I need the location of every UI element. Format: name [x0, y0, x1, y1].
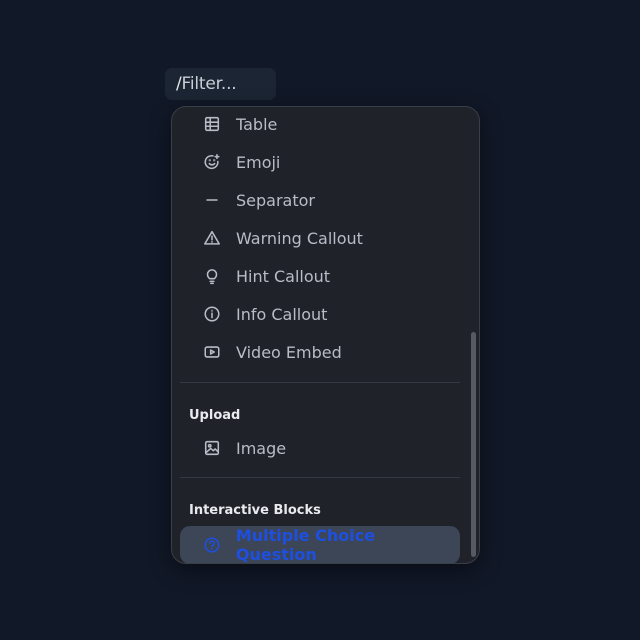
video-icon	[202, 342, 222, 362]
separator-icon	[202, 190, 222, 210]
menu-item-label: Info Callout	[236, 304, 328, 324]
lightbulb-icon	[202, 266, 222, 286]
slash-command-menu: Table Emoji Separator Warning Callout Hi…	[171, 106, 480, 564]
image-icon	[202, 438, 222, 458]
editor-canvas: / Filter... Table Emoji Separator Warnin…	[0, 0, 640, 640]
warning-icon	[202, 228, 222, 248]
table-icon	[202, 114, 222, 134]
menu-item-label: Table	[236, 114, 278, 134]
menu-divider	[180, 477, 460, 478]
menu-scrollbar[interactable]	[471, 332, 476, 557]
menu-item-video-embed[interactable]: Video Embed	[180, 335, 460, 369]
section-title-upload: Upload	[189, 408, 241, 423]
menu-item-label: Emoji	[236, 152, 281, 172]
menu-item-label: Hint Callout	[236, 266, 331, 286]
menu-item-emoji[interactable]: Emoji	[180, 145, 460, 179]
menu-item-hint-callout[interactable]: Hint Callout	[180, 259, 460, 293]
menu-item-label: Warning Callout	[236, 228, 363, 248]
slash-filter-input[interactable]: / Filter...	[165, 68, 276, 100]
emoji-icon	[202, 152, 222, 172]
menu-item-info-callout[interactable]: Info Callout	[180, 297, 460, 331]
menu-item-label: Multiple Choice Question	[235, 526, 376, 564]
menu-item-label: Separator	[236, 190, 315, 210]
menu-scroll-area[interactable]: Table Emoji Separator Warning Callout Hi…	[172, 107, 479, 563]
filter-placeholder: Filter...	[181, 74, 237, 94]
info-icon	[202, 304, 222, 324]
menu-item-image[interactable]: Image	[180, 431, 460, 465]
menu-item-label: Image	[236, 438, 287, 458]
menu-divider	[180, 382, 460, 383]
menu-item-label: Video Embed	[236, 342, 342, 362]
menu-item-separator[interactable]: Separator	[180, 183, 460, 217]
menu-item-warning-callout[interactable]: Warning Callout	[180, 221, 460, 255]
question-circle-icon	[202, 535, 222, 555]
section-title-interactive-blocks: Interactive Blocks	[189, 503, 321, 518]
menu-item-multiple-choice-question[interactable]: Multiple Choice Question	[180, 526, 460, 564]
menu-item-table[interactable]: Table	[180, 107, 460, 141]
